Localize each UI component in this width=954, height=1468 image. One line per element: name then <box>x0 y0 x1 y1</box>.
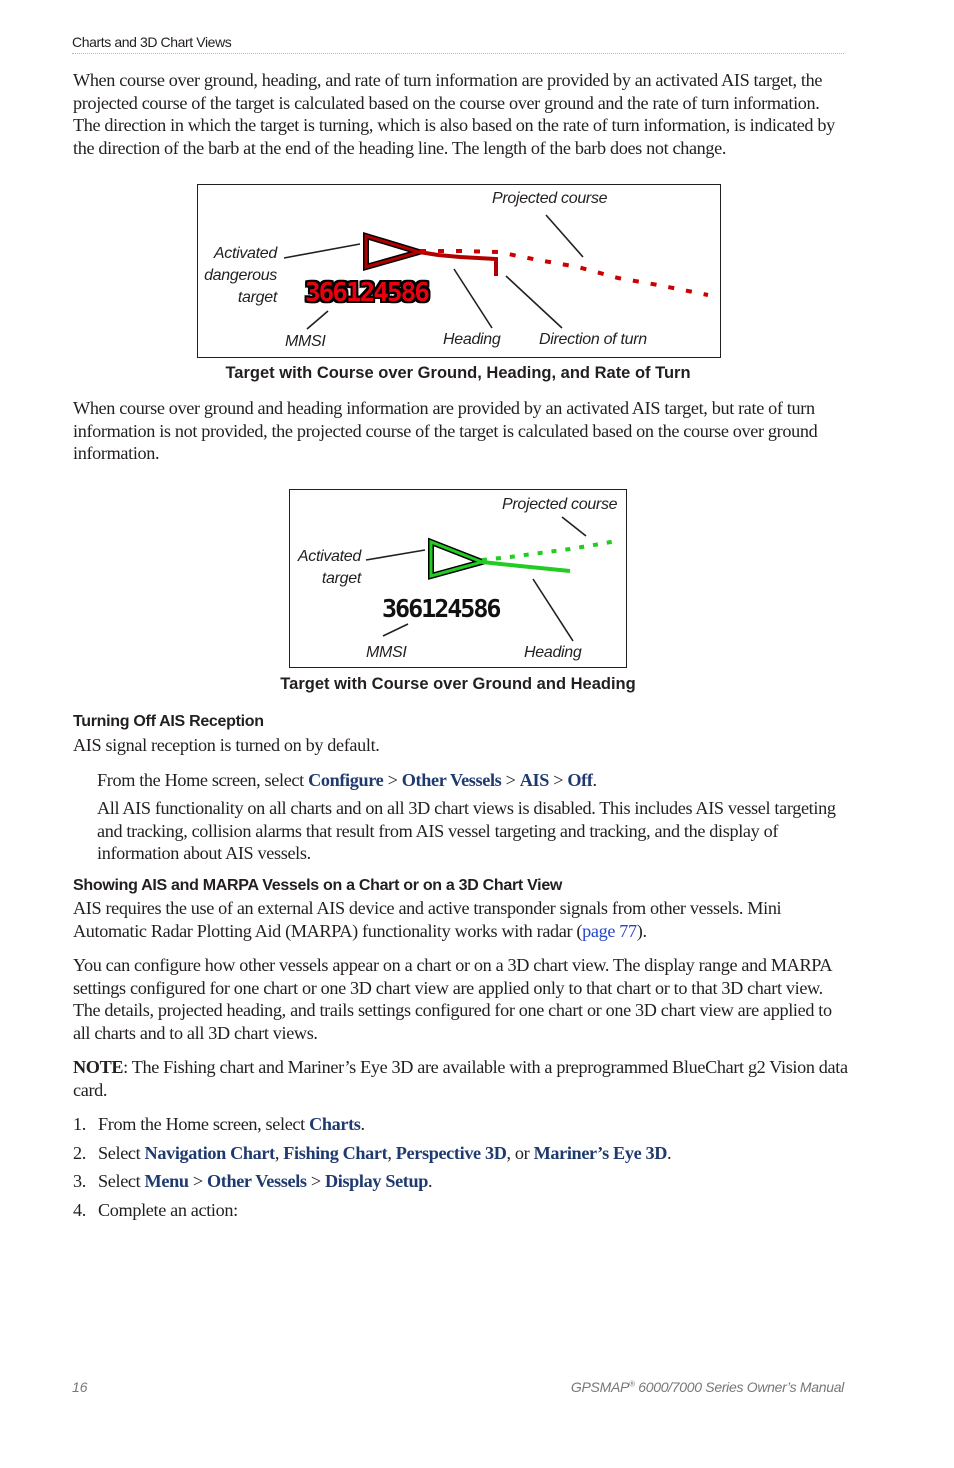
step-2: 2. Select Navigation Chart, Fishing Chart… <box>73 1143 672 1163</box>
label-projected-course: Projected course <box>502 496 618 513</box>
label-direction-of-turn: Direction of turn <box>539 331 647 348</box>
running-header: Charts and 3D Chart Views <box>72 34 232 50</box>
header-divider <box>72 53 844 54</box>
heading-line <box>481 560 571 573</box>
leader-mmsi <box>382 623 409 637</box>
menu-other-vessels: Other Vessels <box>401 770 502 790</box>
step-1: 1. From the Home screen, select Charts. <box>73 1114 365 1134</box>
turning-off-instruction: From the Home screen, select Configure >… <box>97 770 597 790</box>
target-triangle-outline <box>363 231 430 271</box>
menu-display-setup: Display Setup <box>324 1171 429 1191</box>
leader-activated <box>365 549 426 561</box>
intro-paragraph: When course over ground, heading, and ra… <box>73 70 835 158</box>
label-dangerous: dangerous <box>204 267 277 284</box>
second-paragraph: When course over ground and heading info… <box>73 398 818 463</box>
menu-navigation-chart: Navigation Chart <box>144 1143 276 1163</box>
menu-charts: Charts <box>309 1114 361 1134</box>
mmsi-number: 366124586 <box>382 594 501 623</box>
manual-title: GPSMAP® 6000/7000 Series Owner’s Manual <box>570 1379 844 1395</box>
page-number: 16 <box>72 1379 88 1395</box>
leader-projected <box>561 516 587 537</box>
turning-off-result: All AIS functionality on all charts and … <box>97 798 836 863</box>
label-activated: Activated <box>297 548 361 565</box>
menu-fishing-chart: Fishing Chart <box>283 1143 388 1163</box>
leader-heading <box>453 268 493 329</box>
leader-heading <box>532 578 574 642</box>
label-target: target <box>321 570 361 587</box>
figure-cog-heading: 366124586 Projected course Activated tar… <box>289 489 627 668</box>
step-4: 4. Complete an action: <box>73 1200 238 1220</box>
menu-mariners-eye-3d: Mariner’s Eye 3D <box>533 1143 668 1163</box>
figure2-caption: Target with Course over Ground and Headi… <box>280 675 636 693</box>
section-heading-turning-off: Turning Off AIS Reception <box>73 713 264 730</box>
note-label: NOTE <box>73 1057 124 1077</box>
menu-other-vessels-2: Other Vessels <box>206 1171 307 1191</box>
page-link[interactable]: page 77 <box>582 921 637 941</box>
figure1-caption: Target with Course over Ground, Heading,… <box>225 364 691 382</box>
showing-para1: AIS requires the use of an external AIS … <box>73 898 782 941</box>
label-heading: Heading <box>443 331 501 348</box>
step-3: 3. Select Menu > Other Vessels > Display … <box>73 1171 433 1191</box>
leader-mmsi <box>306 310 329 330</box>
note-paragraph: NOTE: The Fishing chart and Mariner’s Ey… <box>73 1057 848 1100</box>
heading-line <box>418 250 498 276</box>
turning-off-intro: AIS signal reception is turned on by def… <box>73 735 380 755</box>
menu-ais: AIS <box>519 770 550 790</box>
showing-para2: You can configure how other vessels appe… <box>73 955 832 1043</box>
section-heading-showing: Showing AIS and MARPA Vessels on a Chart… <box>73 877 563 894</box>
figure-rate-of-turn: 366124586 Projected course Activated dan… <box>197 184 721 358</box>
menu-off: Off <box>567 770 593 790</box>
label-mmsi: MMSI <box>366 644 407 661</box>
menu-menu: Menu <box>144 1171 189 1191</box>
leader-projected <box>545 214 584 258</box>
leader-activated <box>283 243 361 259</box>
label-activated: Activated <box>213 245 277 262</box>
mmsi-number: 366124586 <box>305 278 430 308</box>
label-target: target <box>237 289 277 306</box>
menu-configure: Configure <box>308 770 384 790</box>
projected-course-line <box>481 539 617 562</box>
label-mmsi: MMSI <box>285 333 326 350</box>
label-heading: Heading <box>524 644 582 661</box>
label-projected-course: Projected course <box>492 190 608 207</box>
leader-direction <box>505 275 563 329</box>
menu-perspective-3d: Perspective 3D <box>395 1143 507 1163</box>
